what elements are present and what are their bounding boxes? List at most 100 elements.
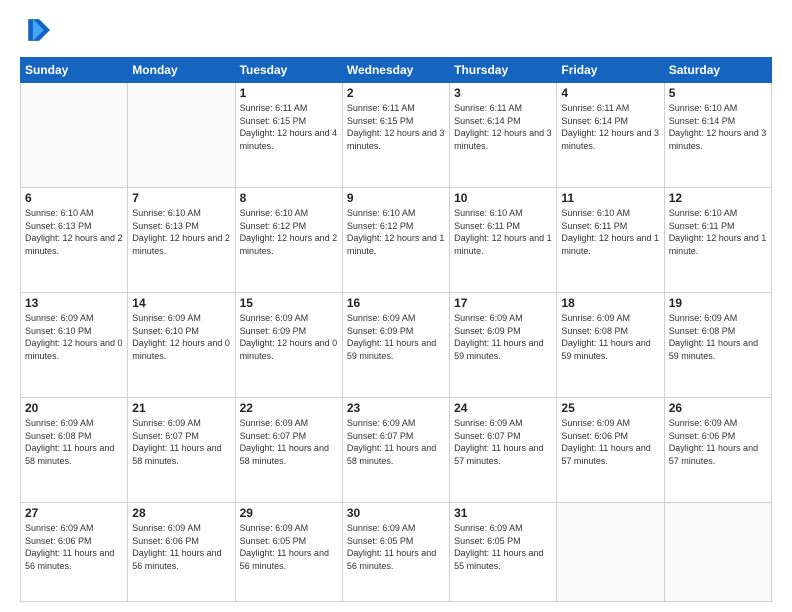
calendar-week-row: 13 Sunrise: 6:09 AM Sunset: 6:10 PM Dayli… <box>21 293 772 398</box>
day-number: 7 <box>132 191 230 205</box>
day-detail: Sunrise: 6:09 AM Sunset: 6:06 PM Dayligh… <box>561 417 659 467</box>
calendar-cell: 20 Sunrise: 6:09 AM Sunset: 6:08 PM Dayli… <box>21 398 128 503</box>
day-detail: Sunrise: 6:11 AM Sunset: 6:15 PM Dayligh… <box>347 102 445 152</box>
day-detail: Sunrise: 6:09 AM Sunset: 6:07 PM Dayligh… <box>132 417 230 467</box>
calendar-cell: 17 Sunrise: 6:09 AM Sunset: 6:09 PM Dayli… <box>450 293 557 398</box>
calendar-cell: 28 Sunrise: 6:09 AM Sunset: 6:06 PM Dayli… <box>128 503 235 602</box>
calendar-cell: 19Sunrise: 6:09 AM Sunset: 6:08 PM Dayli… <box>664 293 771 398</box>
calendar-cell: 26 Sunrise: 6:09 AM Sunset: 6:06 PM Dayli… <box>664 398 771 503</box>
day-detail: Sunrise: 6:10 AM Sunset: 6:12 PM Dayligh… <box>240 207 338 257</box>
day-number: 16 <box>347 296 445 310</box>
calendar-cell: 6 Sunrise: 6:10 AM Sunset: 6:13 PM Daylig… <box>21 188 128 293</box>
calendar-cell: 1 Sunrise: 6:11 AM Sunset: 6:15 PM Daylig… <box>235 83 342 188</box>
day-number: 3 <box>454 86 552 100</box>
header <box>20 16 772 49</box>
day-detail: Sunrise: 6:09 AM Sunset: 6:08 PM Dayligh… <box>25 417 123 467</box>
day-number: 9 <box>347 191 445 205</box>
day-detail: Sunrise: 6:09 AM Sunset: 6:10 PM Dayligh… <box>25 312 123 362</box>
day-detail: Sunrise: 6:10 AM Sunset: 6:11 PM Dayligh… <box>454 207 552 257</box>
calendar-header-cell: Friday <box>557 58 664 83</box>
calendar-week-row: 27 Sunrise: 6:09 AM Sunset: 6:06 PM Dayli… <box>21 503 772 602</box>
calendar-header-cell: Tuesday <box>235 58 342 83</box>
day-number: 11 <box>561 191 659 205</box>
calendar-cell: 10 Sunrise: 6:10 AM Sunset: 6:11 PM Dayli… <box>450 188 557 293</box>
day-number: 30 <box>347 506 445 520</box>
calendar-cell: 16Sunrise: 6:09 AM Sunset: 6:09 PM Dayli… <box>342 293 449 398</box>
calendar-week-row: 6 Sunrise: 6:10 AM Sunset: 6:13 PM Daylig… <box>21 188 772 293</box>
calendar-week-row: 20 Sunrise: 6:09 AM Sunset: 6:08 PM Dayli… <box>21 398 772 503</box>
calendar-cell: 11 Sunrise: 6:10 AM Sunset: 6:11 PM Dayli… <box>557 188 664 293</box>
day-number: 1 <box>240 86 338 100</box>
day-detail: Sunrise: 6:09 AM Sunset: 6:07 PM Dayligh… <box>454 417 552 467</box>
day-detail: Sunrise: 6:09 AM Sunset: 6:09 PM Dayligh… <box>240 312 338 362</box>
day-detail: Sunrise: 6:10 AM Sunset: 6:11 PM Dayligh… <box>561 207 659 257</box>
day-detail: Sunrise: 6:09 AM Sunset: 6:08 PM Dayligh… <box>561 312 659 362</box>
calendar-table: SundayMondayTuesdayWednesdayThursdayFrid… <box>20 57 772 602</box>
calendar-cell: 15 Sunrise: 6:09 AM Sunset: 6:09 PM Dayli… <box>235 293 342 398</box>
calendar-body: 1 Sunrise: 6:11 AM Sunset: 6:15 PM Daylig… <box>21 83 772 602</box>
calendar-cell: 3 Sunrise: 6:11 AM Sunset: 6:14 PM Daylig… <box>450 83 557 188</box>
day-number: 12 <box>669 191 767 205</box>
calendar-cell: 8 Sunrise: 6:10 AM Sunset: 6:12 PM Daylig… <box>235 188 342 293</box>
calendar-week-row: 1 Sunrise: 6:11 AM Sunset: 6:15 PM Daylig… <box>21 83 772 188</box>
calendar-cell <box>128 83 235 188</box>
day-detail: Sunrise: 6:09 AM Sunset: 6:06 PM Dayligh… <box>669 417 767 467</box>
day-detail: Sunrise: 6:09 AM Sunset: 6:05 PM Dayligh… <box>240 522 338 572</box>
day-number: 5 <box>669 86 767 100</box>
day-number: 31 <box>454 506 552 520</box>
day-detail: Sunrise: 6:10 AM Sunset: 6:13 PM Dayligh… <box>132 207 230 257</box>
day-number: 10 <box>454 191 552 205</box>
day-number: 14 <box>132 296 230 310</box>
day-number: 6 <box>25 191 123 205</box>
calendar-cell: 25Sunrise: 6:09 AM Sunset: 6:06 PM Dayli… <box>557 398 664 503</box>
day-detail: Sunrise: 6:11 AM Sunset: 6:15 PM Dayligh… <box>240 102 338 152</box>
calendar-cell: 29 Sunrise: 6:09 AM Sunset: 6:05 PM Dayli… <box>235 503 342 602</box>
day-detail: Sunrise: 6:09 AM Sunset: 6:06 PM Dayligh… <box>132 522 230 572</box>
day-number: 8 <box>240 191 338 205</box>
page: SundayMondayTuesdayWednesdayThursdayFrid… <box>0 0 792 612</box>
calendar-cell: 22 Sunrise: 6:09 AM Sunset: 6:07 PM Dayli… <box>235 398 342 503</box>
day-detail: Sunrise: 6:10 AM Sunset: 6:13 PM Dayligh… <box>25 207 123 257</box>
day-number: 26 <box>669 401 767 415</box>
day-detail: Sunrise: 6:11 AM Sunset: 6:14 PM Dayligh… <box>454 102 552 152</box>
day-detail: Sunrise: 6:09 AM Sunset: 6:05 PM Dayligh… <box>454 522 552 572</box>
calendar-cell: 4 Sunrise: 6:11 AM Sunset: 6:14 PM Daylig… <box>557 83 664 188</box>
day-number: 23 <box>347 401 445 415</box>
calendar-header-cell: Saturday <box>664 58 771 83</box>
day-detail: Sunrise: 6:10 AM Sunset: 6:12 PM Dayligh… <box>347 207 445 257</box>
day-number: 24 <box>454 401 552 415</box>
day-detail: Sunrise: 6:09 AM Sunset: 6:09 PM Dayligh… <box>454 312 552 362</box>
day-number: 13 <box>25 296 123 310</box>
calendar-cell: 23 Sunrise: 6:09 AM Sunset: 6:07 PM Dayli… <box>342 398 449 503</box>
day-detail: Sunrise: 6:09 AM Sunset: 6:08 PM Dayligh… <box>669 312 767 362</box>
day-number: 29 <box>240 506 338 520</box>
day-number: 22 <box>240 401 338 415</box>
day-number: 20 <box>25 401 123 415</box>
day-number: 17 <box>454 296 552 310</box>
day-detail: Sunrise: 6:10 AM Sunset: 6:11 PM Dayligh… <box>669 207 767 257</box>
calendar-cell <box>664 503 771 602</box>
day-detail: Sunrise: 6:09 AM Sunset: 6:07 PM Dayligh… <box>347 417 445 467</box>
day-detail: Sunrise: 6:09 AM Sunset: 6:07 PM Dayligh… <box>240 417 338 467</box>
day-detail: Sunrise: 6:09 AM Sunset: 6:05 PM Dayligh… <box>347 522 445 572</box>
day-number: 4 <box>561 86 659 100</box>
calendar-header-cell: Thursday <box>450 58 557 83</box>
day-number: 15 <box>240 296 338 310</box>
logo-icon <box>22 16 50 44</box>
calendar-cell: 12 Sunrise: 6:10 AM Sunset: 6:11 PM Dayli… <box>664 188 771 293</box>
calendar-cell: 18Sunrise: 6:09 AM Sunset: 6:08 PM Dayli… <box>557 293 664 398</box>
day-number: 27 <box>25 506 123 520</box>
calendar-cell <box>557 503 664 602</box>
calendar-cell: 5Sunrise: 6:10 AM Sunset: 6:14 PM Daylig… <box>664 83 771 188</box>
calendar-cell: 7 Sunrise: 6:10 AM Sunset: 6:13 PM Daylig… <box>128 188 235 293</box>
day-number: 2 <box>347 86 445 100</box>
calendar-cell: 31 Sunrise: 6:09 AM Sunset: 6:05 PM Dayli… <box>450 503 557 602</box>
day-detail: Sunrise: 6:11 AM Sunset: 6:14 PM Dayligh… <box>561 102 659 152</box>
calendar-cell: 30 Sunrise: 6:09 AM Sunset: 6:05 PM Dayli… <box>342 503 449 602</box>
day-number: 28 <box>132 506 230 520</box>
calendar-cell: 2 Sunrise: 6:11 AM Sunset: 6:15 PM Daylig… <box>342 83 449 188</box>
calendar-cell <box>21 83 128 188</box>
logo <box>20 16 50 49</box>
day-detail: Sunrise: 6:09 AM Sunset: 6:10 PM Dayligh… <box>132 312 230 362</box>
calendar-cell: 27Sunrise: 6:09 AM Sunset: 6:06 PM Dayli… <box>21 503 128 602</box>
